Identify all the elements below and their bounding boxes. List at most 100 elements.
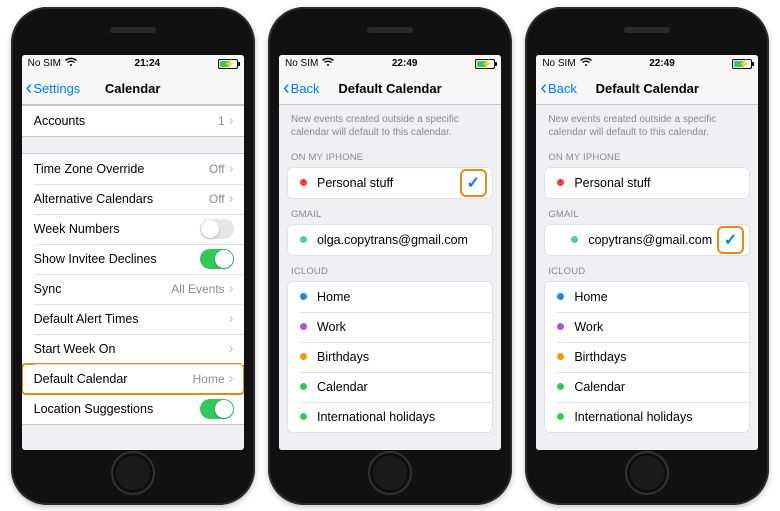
carrier-text: No SIM (28, 58, 61, 69)
calendar-option[interactable]: Work (288, 312, 492, 342)
calendar-label: Home (574, 290, 739, 304)
back-button[interactable]: ‹ Back (540, 78, 577, 98)
color-dot-icon (557, 413, 564, 420)
calendar-option[interactable]: International holidays (288, 402, 492, 432)
calendar-label: International holidays (317, 410, 482, 424)
calendar-option[interactable]: Calendar (545, 372, 749, 402)
color-dot-icon (557, 293, 564, 300)
clock: 22:49 (596, 58, 729, 69)
back-label: Back (548, 81, 577, 96)
row-value: 1 (218, 114, 225, 128)
calendar-label: Personal stuff (574, 176, 739, 190)
wifi-icon (65, 57, 77, 70)
nav-bar: ‹ Settings Calendar (22, 73, 244, 105)
section-note: New events created outside a specific ca… (536, 105, 758, 142)
settings-row[interactable]: Start Week On › (22, 334, 244, 364)
settings-row[interactable]: Show Invitee Declines (22, 244, 244, 274)
row-label: Week Numbers (34, 222, 200, 236)
row-label: Default Calendar (34, 372, 193, 386)
settings-content[interactable]: Accounts1›Time Zone OverrideOff›Alternat… (22, 105, 244, 450)
chevron-right-icon: › (229, 371, 234, 386)
calendar-group: copytrans@gmail.com✓ (544, 224, 750, 256)
calendar-group: Personal stuff✓ (287, 167, 493, 199)
toggle-switch[interactable] (200, 399, 234, 419)
calendar-option[interactable]: copytrans@gmail.com✓ (545, 225, 749, 255)
calendar-label: Work (574, 320, 739, 334)
phone-frame-2: No SIM 22:49 ⚡ ‹ Back Default Calendar N… (268, 7, 512, 505)
calendar-group: olga.copytrans@gmail.com (287, 224, 493, 256)
chevron-right-icon: › (229, 341, 234, 356)
calendar-option[interactable]: Calendar (288, 372, 492, 402)
color-dot-icon (557, 353, 564, 360)
calendar-label: International holidays (574, 410, 739, 424)
calendar-label: copytrans@gmail.com (588, 233, 719, 247)
settings-row[interactable]: Alternative CalendarsOff› (22, 184, 244, 214)
calendar-option[interactable]: Personal stuff (545, 168, 749, 198)
status-bar: No SIM 22:49 ⚡ (536, 55, 758, 73)
calendar-option[interactable]: Personal stuff✓ (288, 168, 492, 198)
color-dot-icon (571, 236, 578, 243)
calendar-option[interactable]: Home (288, 282, 492, 312)
wifi-icon (580, 57, 592, 70)
settings-row[interactable]: Default Alert Times› (22, 304, 244, 334)
row-label: Location Suggestions (34, 402, 200, 416)
chevron-right-icon: › (229, 191, 234, 206)
battery-icon: ⚡ (732, 59, 752, 69)
toggle-switch[interactable] (200, 219, 234, 239)
calendar-label: Birthdays (574, 350, 739, 364)
chevron-right-icon: › (229, 161, 234, 176)
chevron-right-icon: › (229, 311, 234, 326)
chevron-left-icon: ‹ (283, 78, 290, 98)
section-note: New events created outside a specific ca… (279, 105, 501, 142)
default-calendar-content[interactable]: New events created outside a specific ca… (536, 105, 758, 450)
back-button[interactable]: ‹ Settings (26, 78, 81, 98)
status-bar: No SIM 22:49 ⚡ (279, 55, 501, 73)
toggle-switch[interactable] (200, 249, 234, 269)
calendar-option[interactable]: olga.copytrans@gmail.com (288, 225, 492, 255)
calendar-label: olga.copytrans@gmail.com (317, 233, 482, 247)
calendar-label: Calendar (574, 380, 739, 394)
settings-row[interactable]: Default CalendarHome› (22, 364, 244, 394)
checkmark-icon: ✓ (462, 171, 485, 195)
calendar-label: Calendar (317, 380, 482, 394)
row-label: Accounts (34, 114, 218, 128)
calendar-option[interactable]: Work (545, 312, 749, 342)
color-dot-icon (557, 383, 564, 390)
row-label: Start Week On (34, 342, 225, 356)
battery-icon: ⚡ (218, 59, 238, 69)
group-header: ICLOUD (536, 256, 758, 281)
settings-row[interactable]: Time Zone OverrideOff› (22, 154, 244, 184)
calendar-option[interactable]: Home (545, 282, 749, 312)
settings-row[interactable]: SyncAll Events› (22, 274, 244, 304)
chevron-left-icon: ‹ (26, 78, 33, 98)
carrier-text: No SIM (285, 58, 318, 69)
calendar-option[interactable]: International holidays (545, 402, 749, 432)
clock: 22:49 (338, 58, 471, 69)
calendar-option[interactable]: Birthdays (545, 342, 749, 372)
settings-row[interactable]: Accounts1 › (22, 106, 244, 136)
settings-row[interactable]: Location Suggestions (22, 394, 244, 424)
calendar-group: HomeWork Birthdays Calendar International h… (287, 281, 493, 433)
color-dot-icon (300, 353, 307, 360)
status-bar: No SIM 21:24 ⚡ (22, 55, 244, 73)
group-header: GMAIL (279, 199, 501, 224)
group-header: ON MY IPHONE (279, 142, 501, 167)
default-calendar-content[interactable]: New events created outside a specific ca… (279, 105, 501, 450)
wifi-icon (322, 57, 334, 70)
phone-frame-1: No SIM 21:24 ⚡ ‹ Settings Calendar Accou… (11, 7, 255, 505)
calendar-label: Personal stuff (317, 176, 462, 190)
back-button[interactable]: ‹ Back (283, 78, 320, 98)
carrier-text: No SIM (542, 58, 575, 69)
calendar-label: Birthdays (317, 350, 482, 364)
color-dot-icon (300, 179, 307, 186)
chevron-right-icon: › (229, 113, 234, 128)
group-header: ICLOUD (279, 256, 501, 281)
settings-row[interactable]: Week Numbers (22, 214, 244, 244)
screen-1: No SIM 21:24 ⚡ ‹ Settings Calendar Accou… (22, 55, 244, 450)
color-dot-icon (557, 323, 564, 330)
color-dot-icon (300, 293, 307, 300)
group-header: ON MY IPHONE (536, 142, 758, 167)
calendar-option[interactable]: Birthdays (288, 342, 492, 372)
group-header: GMAIL (536, 199, 758, 224)
color-dot-icon (300, 413, 307, 420)
